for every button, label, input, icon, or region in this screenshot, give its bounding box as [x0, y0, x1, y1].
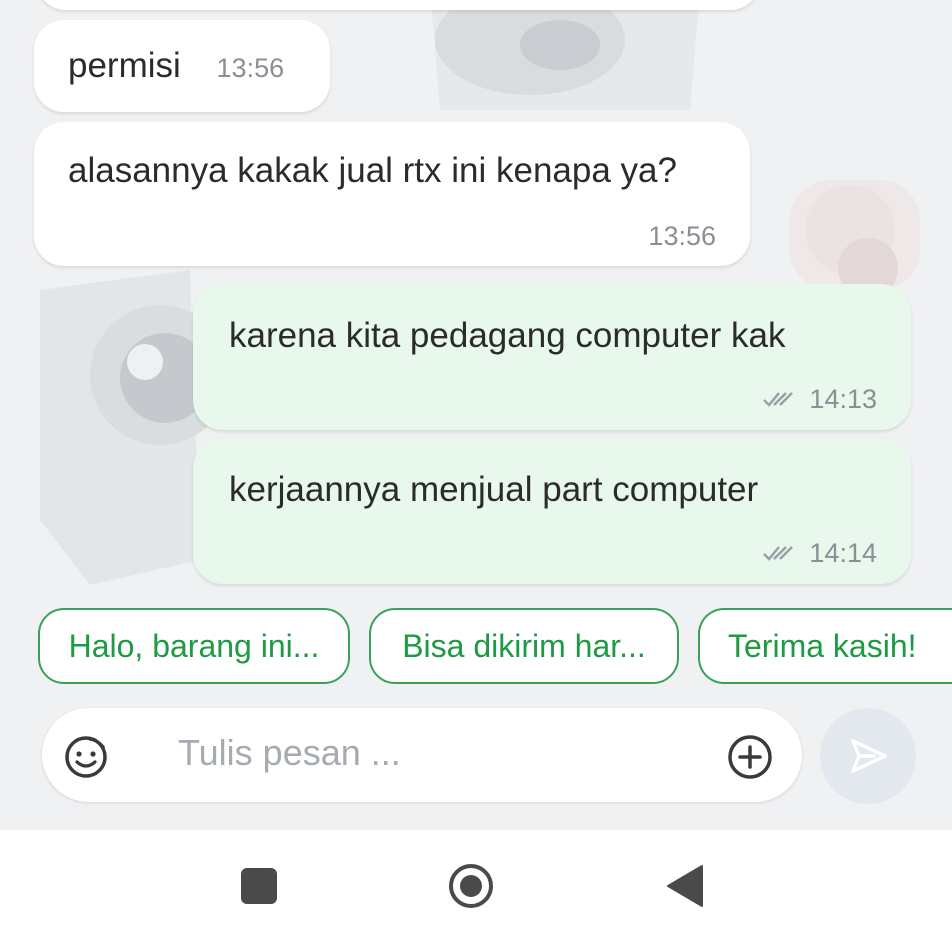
- message-text: permisi: [68, 46, 181, 85]
- message-input-placeholder: Tulis pesan ...: [178, 732, 401, 773]
- circle-home-icon[interactable]: [447, 862, 495, 910]
- message-time: 14:13: [809, 384, 877, 414]
- incoming-message[interactable]: permisi 13:56: [34, 20, 330, 112]
- message-meta: 14:14: [762, 524, 877, 580]
- double-check-icon: [762, 545, 793, 561]
- message-text: karena kita pedagang computer kak: [229, 316, 786, 355]
- message-time: 13:56: [216, 53, 285, 83]
- quick-reply-chip[interactable]: Halo, barang ini...: [38, 608, 350, 684]
- incoming-message[interactable]: alasannya kakak jual rtx ini kenapa ya? …: [34, 122, 750, 266]
- square-icon[interactable]: [241, 868, 277, 904]
- send-button[interactable]: [820, 708, 916, 804]
- previous-message-edge: [36, 0, 760, 10]
- plus-circle-icon[interactable]: [726, 733, 774, 781]
- quick-reply-chip[interactable]: Bisa dikirim har...: [369, 608, 679, 684]
- message-input[interactable]: Tulis pesan ...: [42, 708, 802, 802]
- smiley-icon[interactable]: [62, 733, 110, 781]
- message-time: 13:56: [648, 221, 716, 251]
- double-check-icon: [762, 391, 793, 407]
- message-text: alasannya kakak jual rtx ini kenapa ya?: [68, 151, 677, 190]
- outgoing-message[interactable]: kerjaannya menjual part computer 14:14: [193, 438, 911, 584]
- message-text: kerjaannya menjual part computer: [229, 470, 759, 509]
- message-meta: 14:13: [762, 370, 877, 426]
- outgoing-message[interactable]: karena kita pedagang computer kak 14:13: [193, 284, 911, 430]
- quick-reply-chip[interactable]: Terima kasih!: [698, 608, 952, 684]
- message-time: 14:14: [809, 538, 877, 568]
- send-icon: [851, 739, 887, 773]
- chat-area[interactable]: permisi 13:56 alasannya kakak jual rtx i…: [0, 0, 952, 830]
- triangle-back-icon[interactable]: [666, 864, 706, 908]
